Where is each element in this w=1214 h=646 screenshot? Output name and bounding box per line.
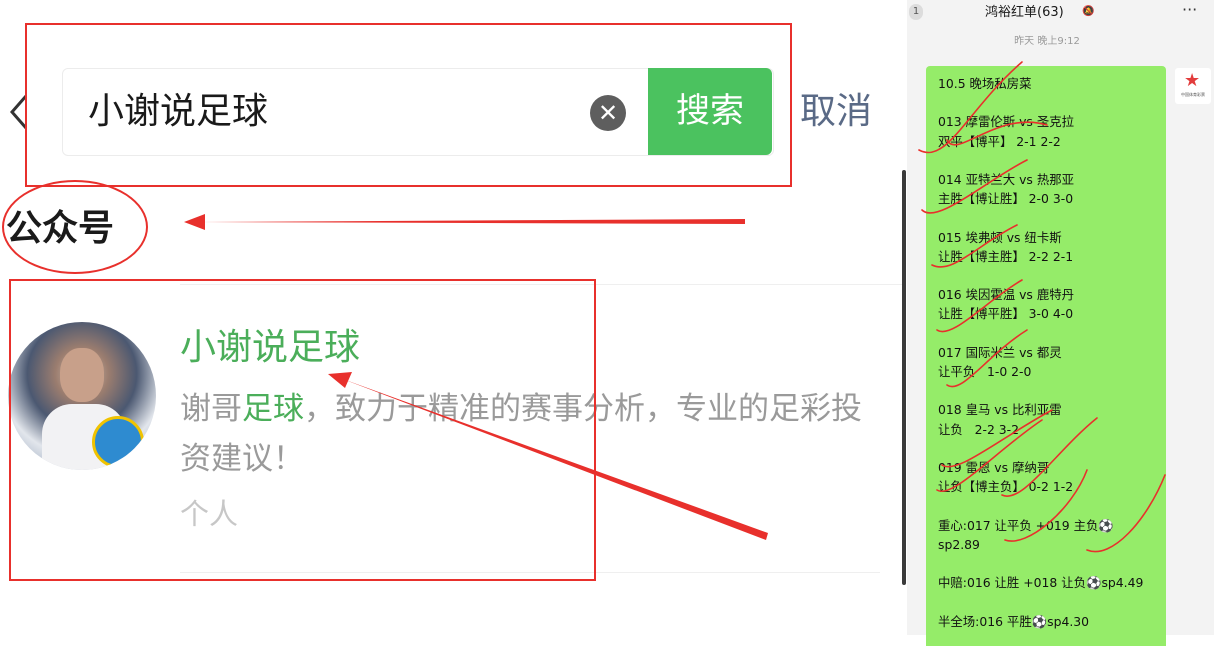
search-screen: 小谢说足球 ✕ 搜索 取消 公众号 小谢说足球 谢哥足球，致力于精准的赛事分析，…	[0, 0, 905, 635]
more-button[interactable]: ···	[1182, 0, 1197, 20]
cancel-button[interactable]: 取消	[800, 88, 872, 136]
mute-icon: 🔕	[1082, 6, 1099, 17]
logo-caption: 中国体育彩票	[1181, 92, 1205, 97]
annotation-box-search	[25, 23, 792, 187]
message-text: 10.5 晚场私房菜 013 摩雷伦斯 vs 圣克拉 双平【博平】 2-1 2-…	[938, 76, 1144, 629]
unread-badge: 1	[909, 4, 923, 20]
scrollbar[interactable]	[902, 170, 906, 585]
annotation-box-result	[9, 279, 596, 581]
annotation-circle-section	[2, 180, 148, 274]
chat-screen: 1 鸿裕红单(63) 🔕 ··· 昨天 晚上9:12 10.5 晚场私房菜 01…	[907, 0, 1214, 646]
message-timestamp: 昨天 晚上9:12	[1014, 36, 1080, 47]
sender-avatar[interactable]: ★ 中国体育彩票	[1175, 68, 1211, 104]
chat-title: 鸿裕红单(63)	[985, 5, 1064, 20]
lottery-star-icon: ★	[1184, 70, 1201, 91]
